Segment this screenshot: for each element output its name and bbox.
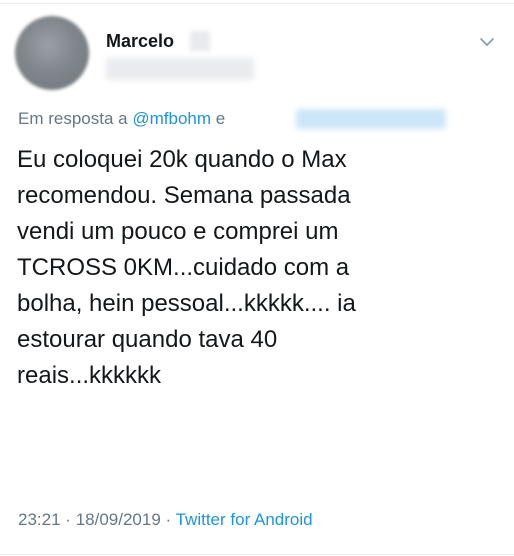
tweet-meta: 23:21 · 18/09/2019 · Twitter for Android xyxy=(18,509,313,531)
reply-context: Em resposta a @mfbohm e xyxy=(18,108,225,130)
author-name[interactable]: Marcelo xyxy=(106,30,174,52)
author-name-redaction xyxy=(190,31,210,51)
meta-separator: · xyxy=(65,510,71,529)
reply-mention-link[interactable]: @mfbohm xyxy=(132,109,211,128)
reply-mention-redaction xyxy=(296,109,446,129)
top-divider xyxy=(0,3,514,4)
author-handle-redaction xyxy=(106,58,254,80)
tweet-date[interactable]: 18/09/2019 xyxy=(76,510,161,529)
avatar[interactable] xyxy=(15,16,89,90)
bottom-divider xyxy=(0,554,514,555)
chevron-down-icon[interactable] xyxy=(478,33,496,51)
reply-prefix: Em resposta a xyxy=(18,109,128,128)
tweet-source-link[interactable]: Twitter for Android xyxy=(176,510,313,529)
meta-separator: · xyxy=(165,510,172,529)
reply-conjunction: e xyxy=(215,109,226,128)
tweet-time[interactable]: 23:21 xyxy=(18,510,61,529)
tweet-text: Eu coloquei 20k quando o Max recomendou.… xyxy=(17,146,356,389)
